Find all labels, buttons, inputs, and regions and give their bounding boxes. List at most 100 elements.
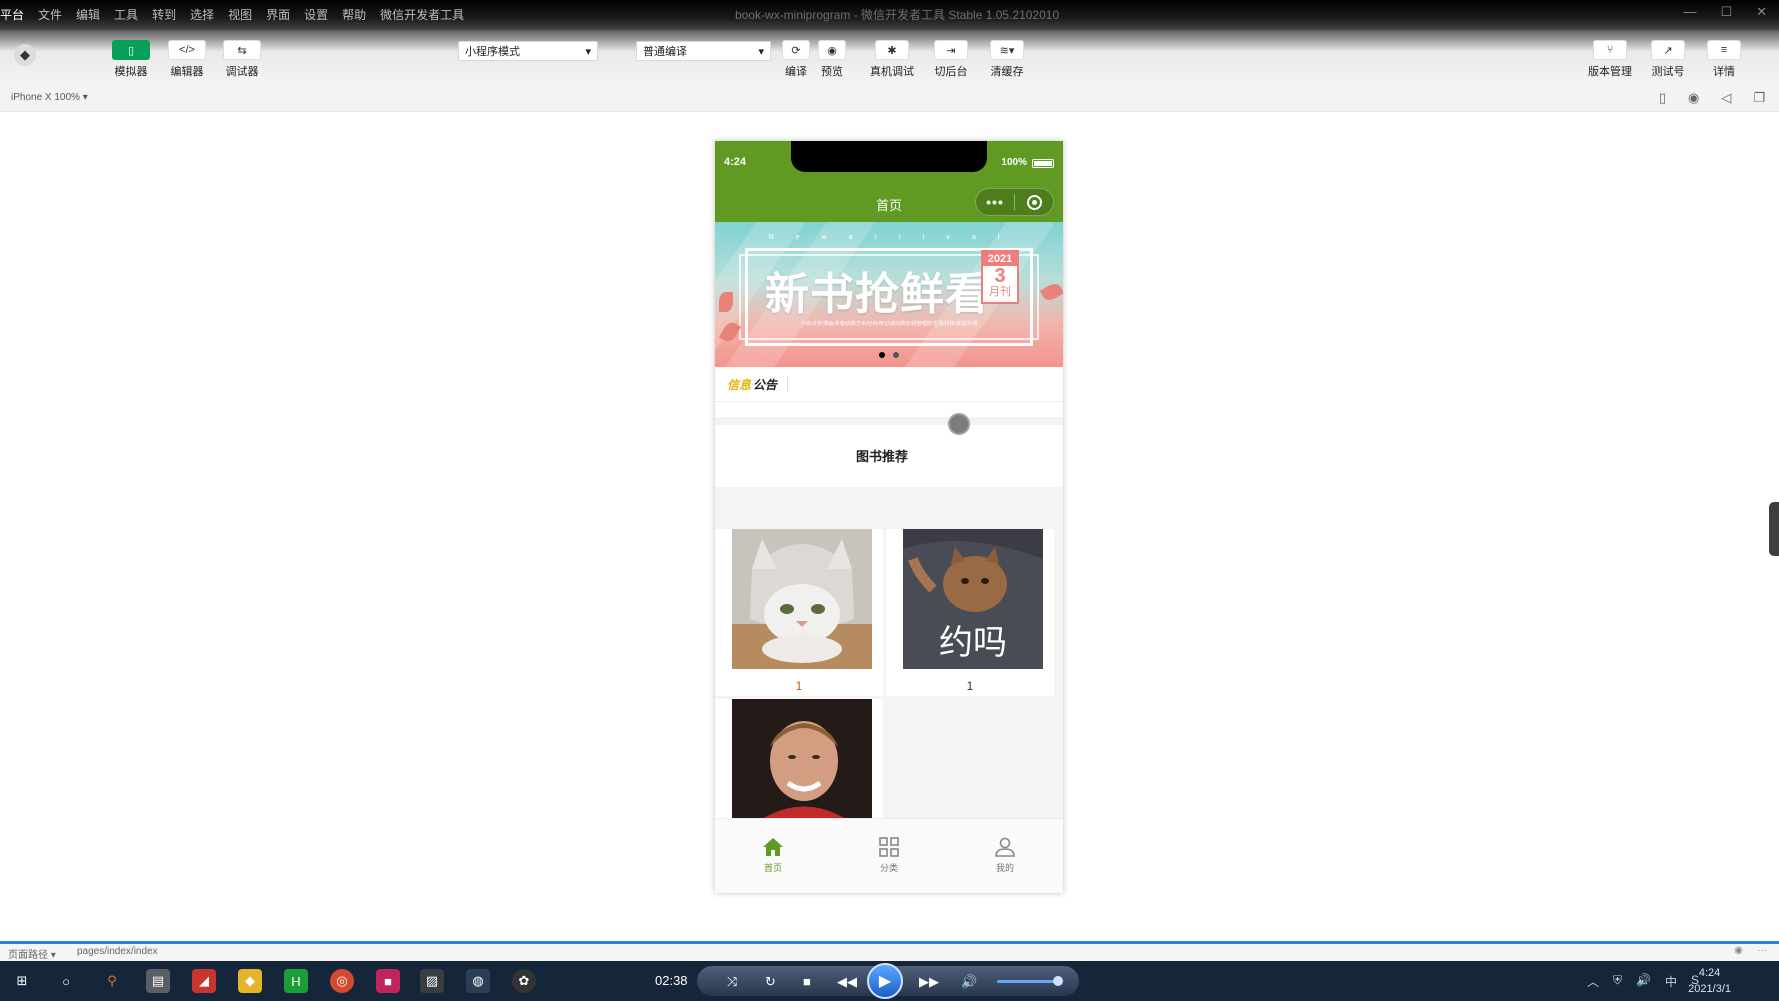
popout-icon[interactable]: ❐ [1753,90,1765,106]
simulator-phone: 4:24 100% 首页 ••• N e w a r r i v a l 新书抢… [715,141,1063,893]
remote-debug-button[interactable]: ✱ 真机调试 [866,40,918,79]
clock[interactable]: 4:24 2021/3/1 [1688,965,1731,997]
page-path[interactable]: pages/index/index [77,946,158,957]
app-icon[interactable]: ◢ [192,969,216,993]
menu-wechat-devtools[interactable]: 微信开发者工具 [380,6,464,23]
notice-bar[interactable]: 信息 公告 [715,367,1063,402]
hbuilder-icon[interactable]: H [284,969,308,993]
notice-divider [787,377,789,391]
notch [791,141,987,172]
image-viewer-icon[interactable]: ▨ [420,969,444,993]
chevron-down-icon: ▾ [758,45,764,58]
clear-cache-label: 清缓存 [990,66,1024,78]
status-time: 4:24 [724,156,747,168]
badge-number: 3 [994,265,1006,287]
system-tray: ︿ ⛨ 🔊 中 S [1587,973,1699,990]
folder-icon[interactable]: ▤ [146,969,170,993]
rewind-icon[interactable]: ◀◀ [837,974,857,990]
wechat-devtools-icon[interactable]: ◍ [466,969,490,993]
swiper-dot[interactable] [893,352,899,358]
avatar[interactable]: ◆ [14,44,36,66]
test-account-button[interactable]: ↗ 测试号 [1642,40,1694,79]
tray-expand-icon[interactable]: ︿ [1587,973,1599,990]
ide-icon[interactable]: ■ [376,969,400,993]
play-button[interactable]: ▶ [867,963,903,999]
book-caption: 1 [966,679,974,693]
ime-indicator[interactable]: 中 [1665,973,1677,990]
debugger-label: 调试器 [225,66,259,78]
details-button[interactable]: ≡ 详情 [1698,40,1750,79]
test-label: 测试号 [1651,66,1685,78]
menu-file[interactable]: 文件 [38,6,62,23]
tab-category[interactable]: 分类 [831,819,947,893]
notice-label-announce: 公告 [753,377,778,392]
badge-month: 月刊 [989,286,1011,298]
volume-icon[interactable]: 🔊 [1636,973,1651,990]
book-card[interactable]: 约吗 1 [886,529,1054,696]
banner-headline: 新书抢鲜看 [765,269,990,320]
simulator-toggle[interactable]: ▯ 模拟器 [105,40,157,79]
volume-handle[interactable] [1053,976,1063,986]
volume-icon[interactable]: ◁ [1721,90,1731,106]
book-card[interactable]: 1 [715,529,883,696]
menu-edit[interactable]: 编辑 [76,6,100,23]
background-button[interactable]: ⇥ 切后台 [925,40,977,79]
book-cover [732,529,872,669]
menu-goto[interactable]: 转到 [152,6,176,23]
fast-forward-icon[interactable]: ▶▶ [919,974,939,990]
swiper-dot-active[interactable] [879,352,885,358]
menu-view[interactable]: 视图 [228,6,252,23]
compile-select[interactable]: 普通编译 ▾ [636,41,771,61]
menu-help[interactable]: 帮助 [342,6,366,23]
shield-icon[interactable]: ⛨ [1613,973,1622,990]
search-icon[interactable]: ○ [54,969,78,993]
window-title: book-wx-miniprogram - 微信开发者工具 Stable 1.0… [735,8,1060,22]
clear-cache-button[interactable]: ≋▾ 清缓存 [981,40,1033,79]
title-bar: 平台 文件 编辑 工具 转到 选择 视图 界面 设置 帮助 微信开发者工具 bo… [0,0,1779,30]
windows-start-icon[interactable]: ⊞ [10,969,34,993]
menu-tools[interactable]: 工具 [114,6,138,23]
app-icon[interactable]: ◆ [238,969,262,993]
close-miniprogram-button[interactable] [1015,194,1053,210]
more-icon[interactable]: ··· [1757,945,1767,956]
close-button[interactable]: ✕ [1756,4,1767,20]
stop-icon[interactable]: ■ [803,974,811,989]
menu-settings[interactable]: 设置 [304,6,328,23]
volume-icon[interactable]: 🔊 [961,974,977,990]
eye-icon[interactable]: ◉ [1734,945,1743,956]
tab-profile[interactable]: 我的 [947,819,1063,893]
clock-time: 4:24 [1698,967,1721,979]
code-icon: </> [168,40,206,60]
compile-label: 编译 [785,66,807,78]
app-icon[interactable]: ✿ [512,969,536,993]
minimize-button[interactable]: — [1683,4,1696,20]
search-app-icon[interactable]: ⚲ [100,969,124,993]
preview-button[interactable]: ◉ 预览 [806,40,858,79]
shuffle-icon[interactable]: ⤨ [727,974,737,990]
book-card[interactable] [715,699,883,819]
menu-interface[interactable]: 界面 [266,6,290,23]
side-panel-handle[interactable] [1769,502,1779,556]
phone-icon[interactable]: ▯ [1659,90,1666,106]
tab-home[interactable]: 首页 [715,819,831,893]
page-path-select[interactable]: 页面路径 ▾ [8,946,56,961]
mode-select[interactable]: 小程序模式 ▾ [458,41,598,61]
menu-icon: ≡ [1707,40,1741,60]
volume-slider[interactable] [997,976,1063,986]
battery-percent: 100% [1001,157,1027,168]
editor-toggle[interactable]: </> 编辑器 [161,40,213,79]
status-bar: 4:24 100% 首页 ••• [715,141,1063,222]
menu-select[interactable]: 选择 [190,6,214,23]
record-icon[interactable]: ◉ [1688,90,1699,106]
version-button[interactable]: ⑂ 版本管理 [1584,40,1636,79]
banner-swiper[interactable]: N e w a r r i v a l 新书抢鲜看 2021 3 月刊 小说/文… [715,222,1063,367]
repeat-icon[interactable]: ↻ [765,974,776,990]
maximize-button[interactable]: ☐ [1720,4,1732,20]
more-icon[interactable]: ••• [976,194,1014,210]
eye-icon: ◉ [818,40,846,60]
device-select[interactable]: iPhone X 100% ▾ [11,92,88,103]
battery-icon [1032,159,1054,168]
chrome-icon[interactable]: ◎ [330,969,354,993]
menu-platform[interactable]: 平台 [0,6,24,23]
debugger-toggle[interactable]: ⇆ 调试器 [216,40,268,79]
